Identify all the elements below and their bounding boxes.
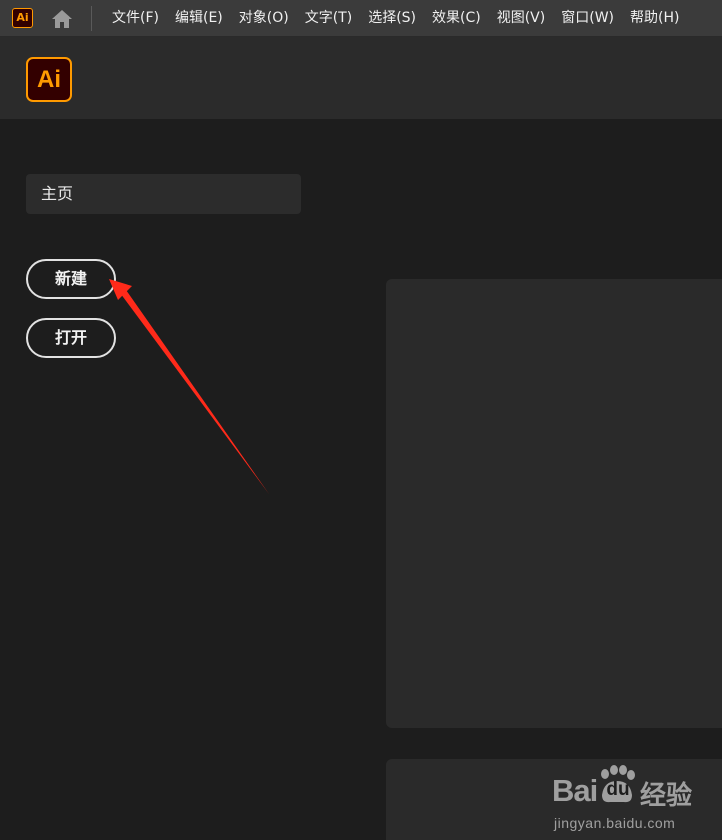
menu-view[interactable]: 视图(V) xyxy=(489,0,554,37)
watermark-brand-mid: du xyxy=(606,779,630,800)
menu-bar: Ai 文件(F) 编辑(E) 对象(O) 文字(T) 选择(S) 效果(C) 视… xyxy=(0,0,722,37)
content-panel xyxy=(386,279,722,728)
illustrator-logo: Ai xyxy=(26,57,72,102)
watermark-product: 经验 xyxy=(640,781,693,811)
baidu-jingyan-watermark: Bai du 经验 jingyan.baidu.com xyxy=(552,765,720,837)
open-button[interactable]: 打开 xyxy=(26,318,116,358)
menu-window[interactable]: 窗口(W) xyxy=(553,0,622,37)
menu-file[interactable]: 文件(F) xyxy=(104,0,167,37)
menu-divider xyxy=(91,6,92,31)
menu-edit[interactable]: 编辑(E) xyxy=(167,0,231,37)
watermark-url: jingyan.baidu.com xyxy=(554,815,676,831)
menu-object[interactable]: 对象(O) xyxy=(231,0,297,37)
menu-items: 文件(F) 编辑(E) 对象(O) 文字(T) 选择(S) 效果(C) 视图(V… xyxy=(104,0,687,37)
menu-help[interactable]: 帮助(H) xyxy=(622,0,687,37)
sidebar-item-home[interactable]: 主页 xyxy=(26,174,301,214)
home-main: 主页 新建 打开 xyxy=(0,119,722,840)
menu-type[interactable]: 文字(T) xyxy=(297,0,360,37)
menu-select[interactable]: 选择(S) xyxy=(360,0,424,37)
home-header: Ai xyxy=(0,37,722,119)
menu-effect[interactable]: 效果(C) xyxy=(424,0,489,37)
home-icon[interactable] xyxy=(50,8,74,30)
watermark-brand: Bai xyxy=(552,773,598,808)
illustrator-home-window: Ai 文件(F) 编辑(E) 对象(O) 文字(T) 选择(S) 效果(C) 视… xyxy=(0,0,722,840)
illustrator-app-icon[interactable]: Ai xyxy=(12,8,33,28)
new-button[interactable]: 新建 xyxy=(26,259,116,299)
